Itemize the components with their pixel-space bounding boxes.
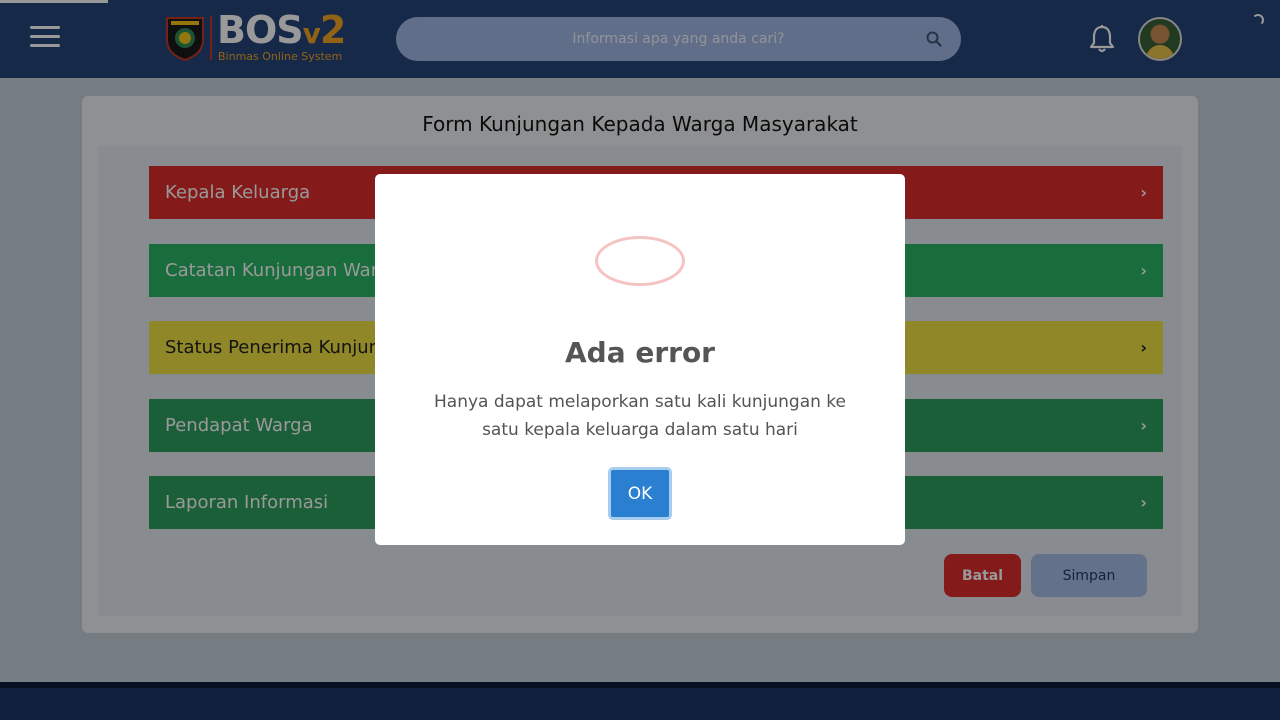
error-icon — [595, 236, 685, 286]
ok-button[interactable]: OK — [608, 467, 672, 520]
error-dialog: Ada error Hanya dapat melaporkan satu ka… — [375, 174, 905, 545]
dialog-message: Hanya dapat melaporkan satu kali kunjung… — [434, 392, 846, 440]
modal-backdrop[interactable]: Ada error Hanya dapat melaporkan satu ka… — [0, 0, 1280, 720]
dialog-title: Ada error — [564, 336, 715, 369]
